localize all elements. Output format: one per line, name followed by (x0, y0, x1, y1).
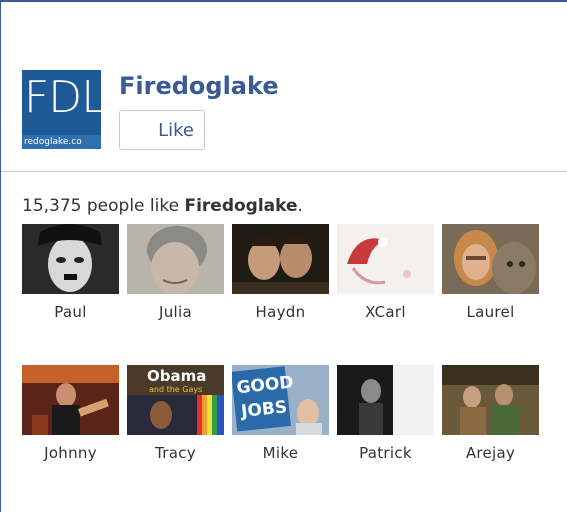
fan-item[interactable]: Haydn (232, 224, 329, 321)
fan-avatar[interactable] (127, 224, 224, 294)
fan-name[interactable]: Laurel (442, 303, 539, 321)
fan-avatar[interactable] (22, 365, 119, 435)
page-logo[interactable]: FDL redoglake.co (22, 70, 101, 149)
svg-text:Obama: Obama (147, 367, 206, 385)
fan-item[interactable]: Obama and the Gays Tracy (127, 365, 224, 462)
fan-avatar[interactable] (442, 365, 539, 435)
divider (1, 171, 567, 172)
fan-name[interactable]: Mike (232, 444, 329, 462)
fan-item[interactable]: Paul (22, 224, 119, 321)
fan-count-text: 15,375 people like Firedoglake. (22, 196, 303, 216)
page-title[interactable]: Firedoglake (119, 72, 279, 100)
fan-count-period: . (297, 196, 303, 216)
fan-item[interactable]: Laurel (442, 224, 539, 321)
fan-count: 15,375 (22, 196, 82, 216)
fan-name[interactable]: Paul (22, 303, 119, 321)
fan-avatar[interactable] (337, 365, 434, 435)
fan-avatar[interactable] (22, 224, 119, 294)
logo-url-text: redoglake.co (22, 135, 101, 149)
svg-text:and the Gays: and the Gays (149, 385, 202, 394)
fan-count-page-name[interactable]: Firedoglake (184, 196, 297, 216)
like-box-header: FDL redoglake.co Firedoglake Like (22, 70, 562, 160)
fan-avatar[interactable] (337, 224, 434, 294)
fan-item[interactable]: GOOD JOBS Mike (232, 365, 329, 462)
like-button[interactable]: Like (119, 110, 205, 150)
fan-avatar[interactable] (232, 224, 329, 294)
fan-name[interactable]: Arejay (442, 444, 539, 462)
fan-name[interactable]: Haydn (232, 303, 329, 321)
fan-count-middle: people like (81, 196, 185, 216)
fan-item[interactable]: XCarl (337, 224, 434, 321)
fan-name[interactable]: Johnny (22, 444, 119, 462)
fan-item[interactable]: Arejay (442, 365, 539, 462)
fan-avatar[interactable] (442, 224, 539, 294)
fan-name[interactable]: Tracy (127, 444, 224, 462)
fan-avatar[interactable]: GOOD JOBS (232, 365, 329, 435)
fan-avatar[interactable]: Obama and the Gays (127, 365, 224, 435)
fan-item[interactable]: Johnny (22, 365, 119, 462)
fan-name[interactable]: Julia (127, 303, 224, 321)
fan-name[interactable]: Patrick (337, 444, 434, 462)
like-button-label: Like (158, 119, 194, 141)
fan-item[interactable]: Julia (127, 224, 224, 321)
fan-item[interactable]: Patrick (337, 365, 434, 462)
fan-name[interactable]: XCarl (337, 303, 434, 321)
logo-text: FDL (24, 72, 101, 123)
